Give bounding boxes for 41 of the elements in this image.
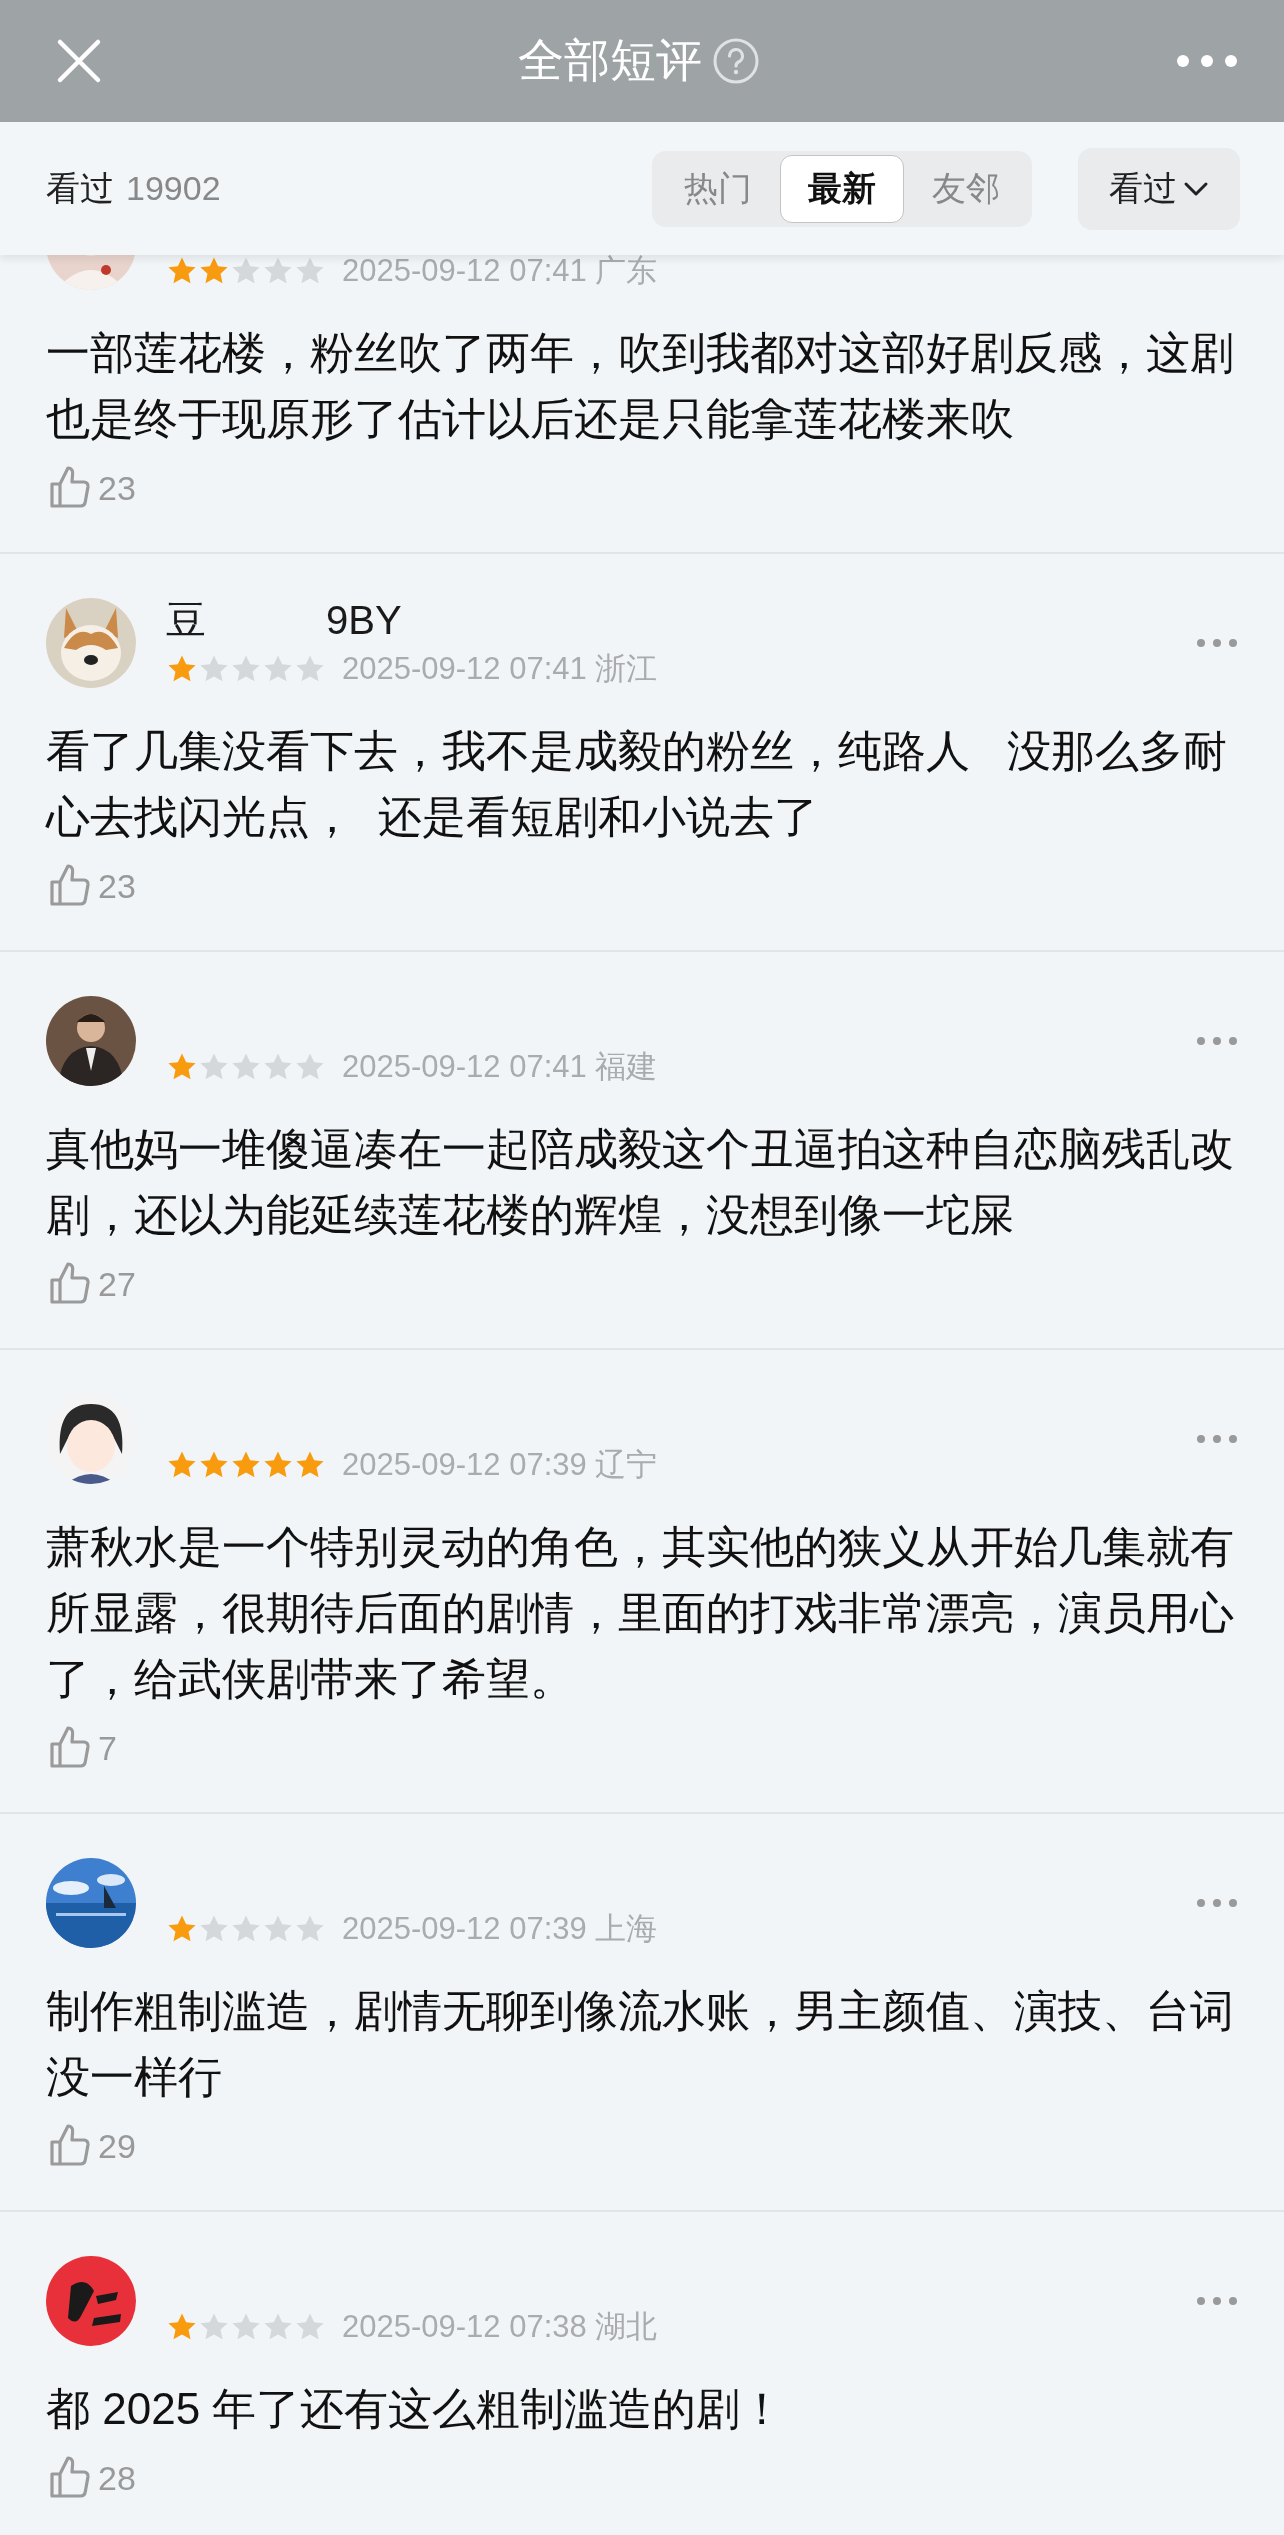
more-icon bbox=[1196, 638, 1238, 648]
more-button[interactable] bbox=[1196, 638, 1238, 648]
more-button[interactable] bbox=[1196, 1898, 1238, 1908]
user-name[interactable]: 豆 bbox=[166, 592, 206, 648]
page-title: 全部短评 bbox=[518, 33, 702, 88]
more-icon bbox=[1196, 1434, 1238, 1444]
help-icon[interactable] bbox=[712, 37, 760, 85]
more-button[interactable] bbox=[1196, 1036, 1238, 1046]
more-button[interactable] bbox=[1176, 54, 1238, 68]
review-text: 一部莲花楼，粉丝吹了两年，吹到我都对这部好剧反感，这剧也是终于现原形了估计以后还是只能拿莲花楼来吹 bbox=[46, 327, 1235, 445]
more-icon bbox=[1196, 1898, 1238, 1908]
more-button[interactable] bbox=[1196, 1434, 1238, 1444]
more-icon bbox=[1196, 1036, 1238, 1046]
review-time: 2025-09-12 07:41 广东 bbox=[342, 255, 658, 290]
review-text: 看了几集没看下去，我不是成毅的粉丝，纯路人 没那么多耐心去找闪光点， 还是看短剧和小说去了 bbox=[46, 725, 1228, 843]
chevron-down-icon bbox=[1183, 180, 1209, 197]
review-time: 2025-09-12 07:41 浙江 bbox=[342, 650, 658, 688]
like-count: 29 bbox=[98, 2126, 136, 2166]
close-button[interactable] bbox=[56, 38, 102, 84]
like-count: 23 bbox=[98, 468, 136, 508]
more-button[interactable] bbox=[1196, 2296, 1238, 2306]
review-text: 都 2025 年了还有这么粗制滥造的剧！ bbox=[46, 2383, 786, 2435]
like-count: 27 bbox=[98, 1264, 136, 1304]
like-count: 7 bbox=[98, 1728, 117, 1768]
like-count: 28 bbox=[98, 2458, 136, 2498]
more-icon bbox=[1176, 54, 1238, 68]
review-text: 萧秋水是一个特别灵动的角色，其实他的狭义从开始几集就有所显露，很期待后面的剧情，里面的打戏非常漂亮，演员用心了，给武侠剧带来了希望。 bbox=[46, 1521, 1235, 1705]
more-icon bbox=[1196, 2296, 1238, 2306]
review-time: 2025-09-12 07:39 辽宁 bbox=[342, 1446, 658, 1484]
close-icon bbox=[56, 38, 102, 84]
like-count: 23 bbox=[98, 866, 136, 906]
review-time: 2025-09-12 07:41 福建 bbox=[342, 1048, 658, 1086]
user-name[interactable]: 9BY bbox=[326, 597, 402, 643]
sort-tab[interactable]: 最新 bbox=[780, 154, 904, 223]
review-time: 2025-09-12 07:38 湖北 bbox=[342, 2308, 658, 2346]
review-text: 制作粗制滥造，剧情无聊到像流水账，男主颜值、演技、台词没一样行 bbox=[46, 1985, 1235, 2103]
watched-label: 看过 bbox=[46, 167, 114, 209]
review-count: 19902 bbox=[126, 169, 221, 208]
status-dropdown[interactable]: 看过 bbox=[1078, 147, 1240, 230]
review-time: 2025-09-12 07:39 上海 bbox=[342, 1910, 658, 1948]
review-text: 真他妈一堆傻逼凑在一起陪成毅这个丑逼拍这种自恋脑残乱改剧，还以为能延续莲花楼的辉煌，没想到像一坨屎 bbox=[46, 1123, 1235, 1241]
